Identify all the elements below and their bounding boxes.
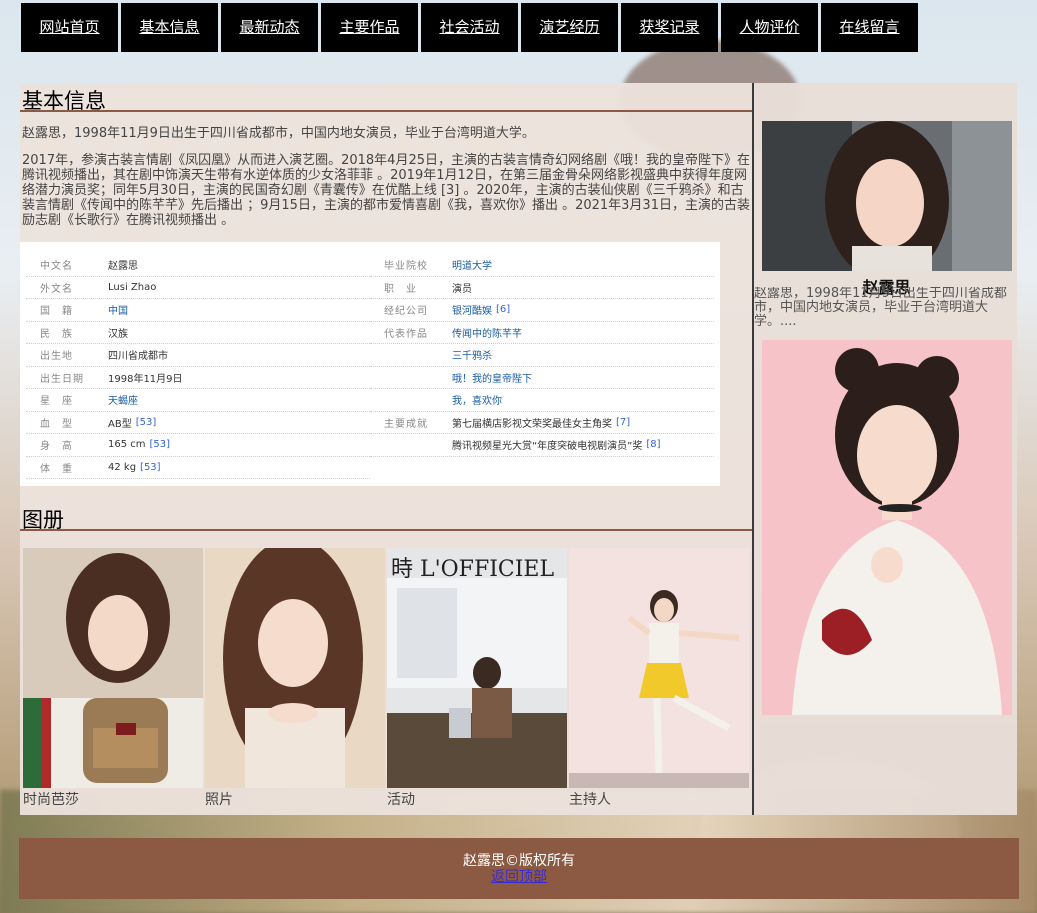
info-value-link[interactable]: 哦！我的皇帝陛下 bbox=[452, 370, 532, 385]
back-to-top-link[interactable]: 返回顶部 bbox=[19, 869, 1019, 885]
info-row: 出生日期 1998年11月9日 bbox=[26, 367, 370, 389]
info-key: 职 业 bbox=[384, 283, 417, 295]
gallery-item[interactable]: 照片 bbox=[205, 548, 386, 809]
info-key: 出生地 bbox=[40, 351, 73, 363]
gallery-caption: 时尚芭莎 bbox=[23, 792, 79, 808]
nav-guestbook[interactable]: 在线留言 bbox=[821, 3, 918, 52]
info-row: 腾讯视频星光大赏“年度突破电视剧演员”奖 [8] bbox=[370, 434, 714, 457]
info-value: 42 kg bbox=[108, 461, 137, 473]
info-value: AB型 bbox=[108, 418, 132, 430]
info-row: 代表作品 传闻中的陈芊芊 bbox=[370, 322, 714, 344]
info-value-link[interactable]: 明道大学 bbox=[452, 257, 492, 272]
nav-works[interactable]: 主要作品 bbox=[321, 3, 418, 52]
reference-link[interactable]: [7] bbox=[616, 417, 630, 428]
nav-awards[interactable]: 获奖记录 bbox=[621, 3, 718, 52]
info-key: 国 籍 bbox=[40, 306, 73, 318]
gallery-photo-portrait[interactable] bbox=[205, 548, 385, 788]
gallery-photo-fashion[interactable] bbox=[23, 548, 203, 788]
main-content: 基本信息 赵露思，1998年11月9日出生于四川省成都市，中国内地女演员，毕业于… bbox=[20, 83, 752, 815]
info-row: 中文名 赵露思 bbox=[26, 254, 370, 277]
nav-reviews[interactable]: 人物评价 bbox=[721, 3, 818, 52]
intro-long: 2017年，参演古装言情剧《凤囚凰》从而进入演艺圈。2018年4月25日，主演的… bbox=[22, 153, 750, 228]
info-row: 外文名 Lusi Zhao bbox=[26, 277, 370, 299]
info-column-left: 中文名 赵露思外文名 Lusi Zhao 国 籍 中国民 族 汉族出生地 四川省成都市出生日… bbox=[26, 254, 370, 486]
gallery-caption: 活动 bbox=[387, 792, 415, 808]
info-key: 经纪公司 bbox=[384, 306, 428, 318]
info-row: 哦！我的皇帝陛下 bbox=[370, 367, 714, 389]
sidebar-photo-portrait[interactable] bbox=[762, 340, 1012, 715]
sidebar-photo-car[interactable] bbox=[762, 121, 1012, 271]
info-value-link[interactable]: 中国 bbox=[108, 302, 128, 317]
reference-link[interactable]: [8] bbox=[646, 439, 660, 450]
info-key: 主要成就 bbox=[384, 418, 428, 430]
info-value-link[interactable]: 三千鸦杀 bbox=[452, 347, 492, 362]
info-value: 1998年11月9日 bbox=[108, 373, 183, 385]
gallery-item[interactable]: 時 L'OFFICIEL 活动 bbox=[387, 548, 568, 809]
info-row: 民 族 汉族 bbox=[26, 322, 370, 344]
info-row: 身 高 165 cm [53] bbox=[26, 434, 370, 457]
footer-copyright: 赵露思©版权所有 bbox=[463, 853, 575, 869]
nav-basic-info[interactable]: 基本信息 bbox=[121, 3, 218, 52]
info-row: 星 座 天蝎座 bbox=[26, 389, 370, 412]
info-value: 四川省成都市 bbox=[108, 351, 168, 363]
section-title-basic-info: 基本信息 bbox=[20, 83, 752, 113]
reference-link[interactable]: [6] bbox=[496, 304, 510, 315]
footer: 赵露思©版权所有 返回顶部 bbox=[19, 838, 1019, 899]
info-key: 血 型 bbox=[40, 418, 73, 430]
info-column-right: 毕业院校 明道大学职 业 演员经纪公司 银河酷娱 [6] 代表作品 传闻中的陈芊芊 三千鸦杀哦… bbox=[370, 254, 714, 486]
info-key: 星 座 bbox=[40, 396, 73, 408]
info-row: 三千鸦杀 bbox=[370, 344, 714, 367]
nav-home[interactable]: 网站首页 bbox=[21, 3, 118, 52]
info-key: 出生日期 bbox=[40, 373, 84, 385]
section-title-gallery: 图册 bbox=[20, 502, 752, 532]
info-key: 毕业院校 bbox=[384, 261, 428, 273]
info-row: 我，喜欢你 bbox=[370, 389, 714, 412]
gallery-caption: 照片 bbox=[205, 792, 233, 808]
info-value-link[interactable]: 我，喜欢你 bbox=[452, 392, 502, 407]
sidebar: 赵露思 赵露思，1998年11月9日出生于四川省成都市，中国内地女演员，毕业于台… bbox=[752, 83, 1017, 815]
info-row: 经纪公司 银河酷娱 [6] bbox=[370, 299, 714, 322]
info-value-link[interactable]: 传闻中的陈芊芊 bbox=[452, 325, 522, 340]
gallery-caption: 主持人 bbox=[569, 792, 611, 808]
info-value: 第七届横店影视文荣奖最佳女主角奖 bbox=[452, 418, 612, 430]
info-value: 赵露思 bbox=[108, 261, 138, 273]
info-row: 主要成就 第七届横店影视文荣奖最佳女主角奖 [7] bbox=[370, 412, 714, 434]
info-value-link[interactable]: 天蝎座 bbox=[108, 392, 138, 407]
info-key: 体 重 bbox=[40, 463, 73, 475]
sidebar-summary: 赵露思，1998年11月9日出生于四川省成都市，中国内地女演员，毕业于台湾明道大… bbox=[754, 287, 1007, 329]
info-table: 中文名 赵露思外文名 Lusi Zhao 国 籍 中国民 族 汉族出生地 四川省成都市出生日… bbox=[20, 242, 720, 486]
gallery-photo-host[interactable] bbox=[569, 548, 749, 788]
nav-news[interactable]: 最新动态 bbox=[221, 3, 318, 52]
gallery-photo-magazine[interactable]: 時 L'OFFICIEL bbox=[387, 548, 567, 788]
nav-social-activities[interactable]: 社会活动 bbox=[421, 3, 518, 52]
info-value: 腾讯视频星光大赏“年度突破电视剧演员”奖 bbox=[452, 441, 643, 453]
intro-short: 赵露思，1998年11月9日出生于四川省成都市，中国内地女演员，毕业于台湾明道大… bbox=[22, 126, 535, 141]
info-key: 代表作品 bbox=[384, 328, 428, 340]
info-row: 毕业院校 明道大学 bbox=[370, 254, 714, 277]
info-key: 中文名 bbox=[40, 261, 73, 273]
info-key: 民 族 bbox=[40, 328, 73, 340]
info-value-link[interactable]: 银河酷娱 bbox=[452, 302, 492, 317]
svg-text:時 L'OFFICIEL: 時 L'OFFICIEL bbox=[391, 557, 554, 582]
gallery-item[interactable]: 主持人 bbox=[569, 548, 750, 809]
info-value: Lusi Zhao bbox=[108, 281, 157, 293]
reference-link[interactable]: [53] bbox=[136, 417, 157, 428]
info-key: 身 高 bbox=[40, 441, 73, 453]
reference-link[interactable]: [53] bbox=[150, 439, 171, 450]
nav-career[interactable]: 演艺经历 bbox=[521, 3, 618, 52]
info-row: 国 籍 中国 bbox=[26, 299, 370, 322]
top-nav: 网站首页 基本信息 最新动态 主要作品 社会活动 演艺经历 获奖记录 人物评价 … bbox=[21, 3, 921, 52]
gallery: 时尚芭莎 照片 時 L'OFFICIEL 活动 主持人 bbox=[20, 548, 752, 809]
info-value: 165 cm bbox=[108, 439, 146, 451]
info-row: 出生地 四川省成都市 bbox=[26, 344, 370, 367]
info-row: 职 业 演员 bbox=[370, 277, 714, 299]
reference-link[interactable]: [53] bbox=[140, 462, 161, 473]
info-row: 体 重 42 kg [53] bbox=[26, 457, 370, 479]
info-key: 外文名 bbox=[40, 283, 73, 295]
info-value: 演员 bbox=[452, 283, 472, 295]
info-row: 血 型 AB型 [53] bbox=[26, 412, 370, 434]
info-value: 汉族 bbox=[108, 328, 128, 340]
gallery-item[interactable]: 时尚芭莎 bbox=[23, 548, 204, 809]
